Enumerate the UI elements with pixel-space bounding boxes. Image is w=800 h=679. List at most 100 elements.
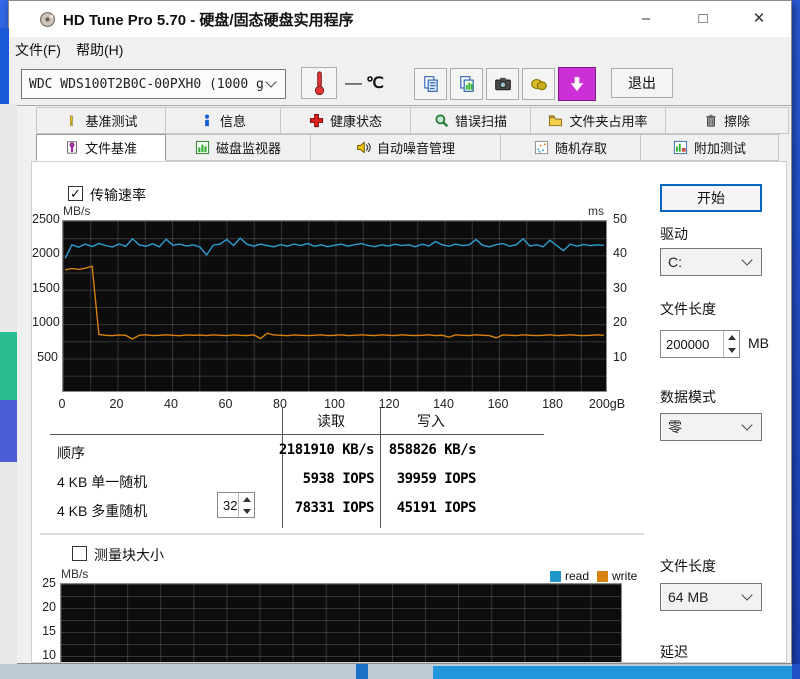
file-length-label: 文件长度 bbox=[660, 301, 716, 317]
tab-health[interactable]: 健康状态 bbox=[281, 107, 411, 134]
section-separator bbox=[40, 533, 644, 535]
x-axis-tick: 80 bbox=[273, 397, 287, 411]
tab-extra-tests[interactable]: 附加测试 bbox=[641, 134, 779, 161]
data-mode-combobox[interactable]: 零 bbox=[660, 413, 762, 441]
down-arrow-icon[interactable] bbox=[727, 348, 736, 353]
close-icon[interactable]: ✕ bbox=[746, 7, 772, 31]
block-size-checkbox[interactable] bbox=[72, 546, 87, 561]
file-length-unit: MB bbox=[748, 335, 769, 351]
y-axis-tick-left: 2500 bbox=[32, 212, 60, 226]
tab-label: 附加测试 bbox=[693, 141, 746, 156]
y-axis-title-2: MB/s bbox=[61, 567, 89, 581]
minimize-icon[interactable]: – bbox=[633, 7, 659, 31]
svg-text:!: ! bbox=[70, 113, 75, 128]
temperature-button[interactable] bbox=[301, 67, 337, 99]
tab-noise-management[interactable]: 自动噪音管理 bbox=[311, 134, 501, 161]
background-window-fragment bbox=[0, 400, 17, 462]
background-window-fragment bbox=[433, 666, 792, 679]
exit-button-label: 退出 bbox=[628, 75, 656, 91]
toolbar: WDC WDS100T2B0C-00PXH0 (1000 gB) — ℃ 退出 bbox=[9, 61, 791, 105]
hands-icon bbox=[530, 78, 547, 91]
folder-usage-icon bbox=[549, 115, 563, 127]
tab-folder-usage[interactable]: 文件夹占用率 bbox=[531, 107, 666, 134]
tab-erase[interactable]: 擦除 bbox=[666, 107, 789, 134]
block-size-label: 测量块大小 bbox=[94, 547, 164, 563]
tab-strip-secondary: 文件基准 磁盘监视器 自动噪音管理 随机存取 附加测试 bbox=[36, 134, 789, 161]
file-benchmark-panel: ✓ 传输速率 MB/s ms 读取 写入 顺序 2181910 KB/s 858… bbox=[31, 161, 787, 663]
drive-combobox-value: C: bbox=[668, 254, 682, 270]
data-mode-value: 零 bbox=[668, 419, 682, 435]
window-title: HD Tune Pro 5.70 - 硬盘/固态硬盘实用程序 bbox=[63, 12, 354, 29]
donate-button[interactable] bbox=[522, 68, 555, 100]
x-axis-tick: 60 bbox=[218, 397, 233, 411]
block-size-chart bbox=[60, 583, 622, 662]
copy-image-button[interactable] bbox=[450, 68, 483, 100]
y-axis-tick-left: 500 bbox=[37, 349, 58, 364]
drive-combobox[interactable]: C: bbox=[660, 248, 762, 276]
x-axis-tick: 160 bbox=[487, 397, 509, 411]
desktop: HD Tune Pro 5.70 - 硬盘/固态硬盘实用程序 – □ ✕ 文件(… bbox=[0, 0, 800, 679]
y-right-axis-title: ms bbox=[588, 204, 604, 218]
file-length2-label: 文件长度 bbox=[660, 558, 716, 574]
screenshot-button[interactable] bbox=[486, 68, 519, 100]
data-mode-label: 数据模式 bbox=[660, 389, 716, 405]
chevron-down-icon bbox=[741, 419, 753, 431]
latency-label: 延迟 bbox=[660, 644, 688, 660]
copy-image-icon bbox=[459, 76, 474, 92]
sequential-write-value: 858826 KB/s bbox=[388, 442, 477, 458]
write-line bbox=[65, 265, 604, 340]
tab-label: 文件夹占用率 bbox=[569, 114, 648, 129]
thermometer-icon bbox=[314, 71, 324, 96]
background-window-fragment bbox=[0, 28, 9, 104]
y-axis-tick-left: 2000 bbox=[32, 246, 60, 261]
exit-button[interactable]: 退出 bbox=[611, 68, 673, 98]
read-line bbox=[64, 237, 604, 259]
file-length2-combobox[interactable]: 64 MB bbox=[660, 583, 762, 611]
temperature-unit: ℃ bbox=[366, 75, 384, 92]
update-download-button[interactable] bbox=[558, 67, 596, 101]
legend-write-label: write bbox=[612, 569, 638, 583]
x-axis-tick: 20 bbox=[109, 397, 124, 411]
health-icon bbox=[309, 113, 324, 128]
tab-disk-monitor[interactable]: 磁盘监视器 bbox=[166, 134, 311, 161]
x-axis-tick: 100 bbox=[324, 397, 345, 411]
transfer-rate-chart bbox=[62, 220, 607, 392]
start-button[interactable]: 开始 bbox=[660, 184, 762, 212]
file-length2-value: 64 MB bbox=[668, 589, 709, 605]
hdtune-window: HD Tune Pro 5.70 - 硬盘/固态硬盘实用程序 – □ ✕ 文件(… bbox=[8, 0, 792, 664]
file-length-value: 200000 bbox=[666, 336, 710, 352]
title-bar[interactable]: HD Tune Pro 5.70 - 硬盘/固态硬盘实用程序 – □ ✕ bbox=[9, 1, 791, 37]
tab-label: 文件基准 bbox=[84, 141, 137, 156]
maximize-icon[interactable]: □ bbox=[690, 7, 716, 31]
menu-help[interactable]: 帮助(H) bbox=[76, 40, 123, 60]
file-length-stepper[interactable]: 200000 bbox=[660, 330, 740, 358]
tab-error-scan[interactable]: 错误扫描 bbox=[411, 107, 531, 134]
transfer-rate-label: 传输速率 bbox=[90, 187, 146, 203]
up-arrow-icon[interactable] bbox=[727, 335, 736, 340]
app-icon bbox=[39, 11, 56, 33]
drive-label: 驱动 bbox=[660, 226, 688, 242]
tab-info[interactable]: 信息 bbox=[166, 107, 281, 134]
tab-strip-main: ! 基准测试 信息 健康状态 错误扫描 文件夹占用率 擦除 bbox=[36, 107, 789, 134]
row-label-sequential: 顺序 bbox=[57, 445, 85, 461]
y-axis-tick-left: 1500 bbox=[32, 280, 60, 295]
toolbar-separator bbox=[9, 105, 791, 106]
stepper-arrows[interactable] bbox=[723, 331, 739, 357]
x-axis-tick: 200gB bbox=[588, 397, 626, 411]
menu-file[interactable]: 文件(F) bbox=[15, 40, 61, 60]
benchmark-icon: ! bbox=[69, 113, 75, 128]
tab-benchmark[interactable]: ! 基准测试 bbox=[36, 107, 166, 134]
tab-label: 基准测试 bbox=[85, 114, 138, 129]
drive-select[interactable]: WDC WDS100T2B0C-00PXH0 (1000 gB) bbox=[21, 69, 286, 99]
tab-file-benchmark[interactable]: 文件基准 bbox=[36, 134, 166, 161]
copy-text-button[interactable] bbox=[414, 68, 447, 100]
chevron-down-icon bbox=[741, 589, 753, 601]
drive-select-value: WDC WDS100T2B0C-00PXH0 (1000 gB) bbox=[29, 76, 263, 92]
transfer-rate-checkbox[interactable]: ✓ bbox=[68, 186, 83, 201]
noise-icon bbox=[357, 141, 371, 154]
tab-random-access[interactable]: 随机存取 bbox=[501, 134, 641, 161]
read-column-header: 读取 bbox=[317, 413, 345, 429]
info-icon bbox=[204, 114, 210, 127]
erase-icon bbox=[706, 114, 716, 127]
legend-read-swatch bbox=[550, 570, 561, 582]
